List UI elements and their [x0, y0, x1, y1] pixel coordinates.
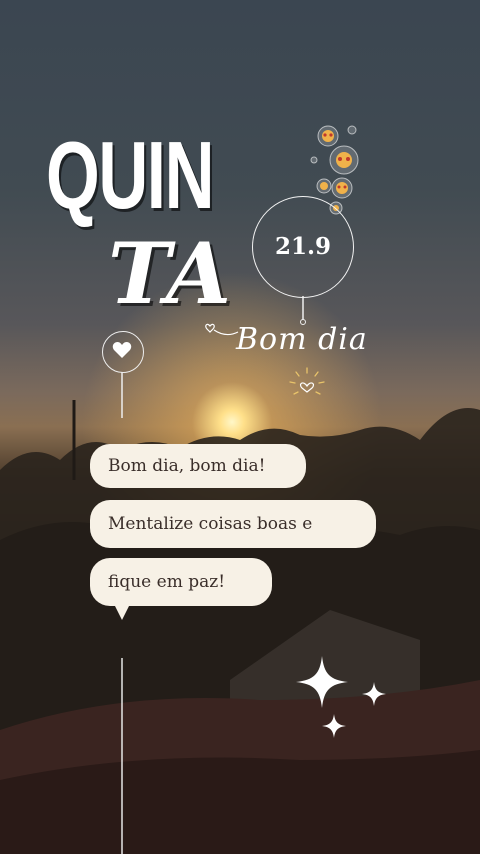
day-title-line1: QUIN — [46, 122, 214, 229]
heart-circle — [102, 331, 144, 373]
date-label: 21.9 — [274, 233, 332, 260]
sun-doodle-icon — [289, 367, 325, 395]
message-text-1: Bom dia, bom dia! — [108, 456, 266, 476]
bottom-line — [121, 658, 123, 854]
date-circle: 21.9 — [252, 196, 354, 298]
message-bubble-3: fique em paz! — [90, 558, 272, 606]
heart-stem — [121, 372, 123, 418]
day-title-line2: TA — [108, 224, 232, 323]
heart-icon — [112, 342, 132, 358]
message-text-2: Mentalize coisas boas e — [108, 514, 313, 534]
bubble-tail — [114, 604, 130, 620]
message-bubble-2: Mentalize coisas boas e — [90, 500, 376, 548]
sparkle-icon — [296, 656, 386, 738]
message-bubble-1: Bom dia, bom dia! — [90, 444, 306, 488]
message-text-3: fique em paz! — [108, 572, 226, 592]
greeting-script: Bom dia — [236, 322, 368, 357]
